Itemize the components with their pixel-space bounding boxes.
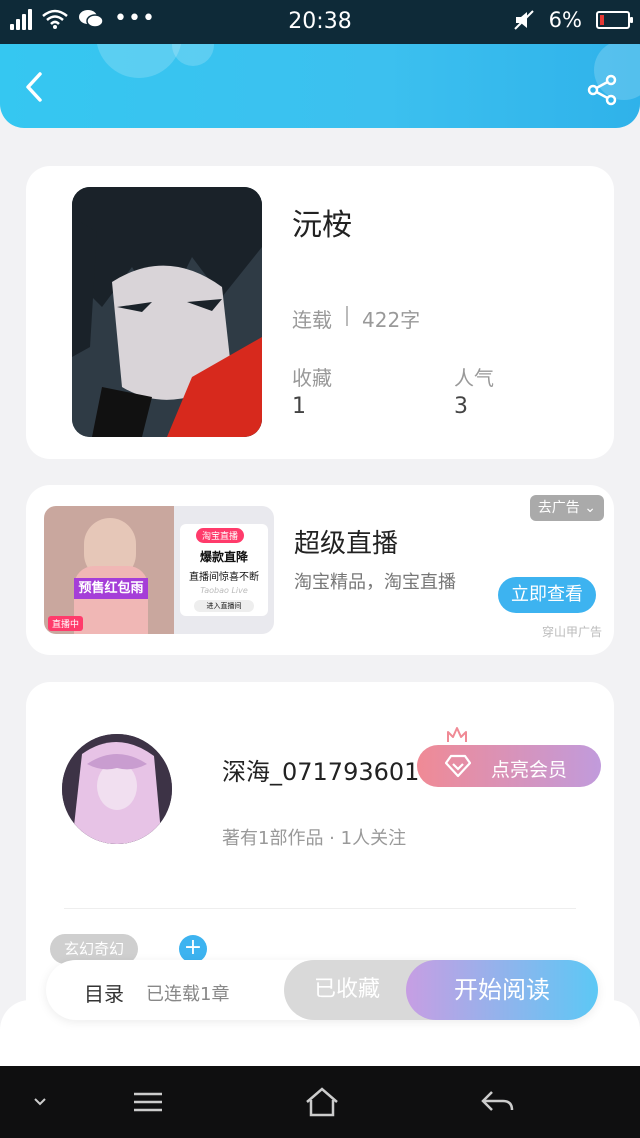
battery-percent: 6% bbox=[548, 8, 582, 32]
ad-title: 超级直播 bbox=[294, 529, 399, 559]
ad-live-badge: 淘宝直播 bbox=[196, 528, 245, 543]
book-cover[interactable] bbox=[72, 187, 262, 437]
remove-ad-label: 去广告 bbox=[537, 500, 580, 516]
status-right: 6% bbox=[513, 8, 633, 32]
ad-card[interactable]: 预售红包雨 直播中 淘宝直播 爆款直降 直播间惊喜不断 Taobao Live … bbox=[26, 485, 614, 655]
stat-label-favorites: 收藏 bbox=[292, 366, 332, 390]
back-nav-icon[interactable] bbox=[478, 1086, 518, 1118]
divider bbox=[64, 908, 576, 909]
remove-ad-button[interactable]: 去广告 ⌄ bbox=[529, 495, 604, 521]
book-serial-info: 连载 422字 bbox=[292, 304, 420, 333]
start-reading-button[interactable]: 开始阅读 bbox=[406, 960, 598, 1020]
add-tag-button[interactable]: + bbox=[179, 935, 207, 963]
menu-icon[interactable] bbox=[128, 1086, 168, 1118]
avatar[interactable] bbox=[62, 734, 172, 844]
catalog-button[interactable]: 目录 bbox=[84, 978, 124, 1007]
battery-icon bbox=[596, 11, 633, 29]
book-word-count: 422字 bbox=[362, 308, 421, 332]
ad-headline: 爆款直降 bbox=[199, 550, 248, 564]
catalog-info: 已连载1章 bbox=[146, 984, 230, 1005]
ad-slogan: Taobao Live bbox=[200, 586, 248, 595]
book-info-card: 沅桉 连载 422字 收藏 1 人气 3 bbox=[26, 166, 614, 459]
header bbox=[0, 44, 640, 128]
vip-button-label: 点亮会员 bbox=[491, 759, 568, 781]
share-icon[interactable] bbox=[586, 74, 618, 106]
system-nav-bar bbox=[0, 1066, 640, 1138]
book-title: 沅桉 bbox=[292, 208, 352, 243]
ad-enter-button[interactable]: 进入直播间 bbox=[194, 600, 254, 612]
divider bbox=[346, 306, 348, 326]
activate-vip-button[interactable]: 点亮会员 bbox=[417, 745, 601, 787]
ad-description: 淘宝精品，淘宝直播 bbox=[294, 572, 456, 593]
collapse-icon[interactable] bbox=[26, 1086, 66, 1118]
mute-icon bbox=[513, 10, 534, 30]
ad-image[interactable]: 预售红包雨 直播中 淘宝直播 爆款直降 直播间惊喜不断 Taobao Live … bbox=[44, 506, 274, 634]
stat-value-popularity: 3 bbox=[454, 394, 468, 419]
status-bar: ••• 20:38 6% bbox=[0, 0, 640, 44]
ad-promo-text: 预售红包雨 bbox=[74, 578, 148, 599]
author-name: 深海_071793601 bbox=[222, 758, 420, 786]
stat-value-favorites: 1 bbox=[292, 394, 306, 419]
view-now-button[interactable]: 立即查看 bbox=[498, 577, 596, 613]
book-status: 连载 bbox=[292, 308, 332, 332]
action-bar: 目录 已连载1章 已收藏 开始阅读 bbox=[46, 960, 598, 1020]
crown-icon bbox=[447, 727, 467, 742]
author-summary: 著有1部作品 · 1人关注 bbox=[222, 828, 407, 849]
home-icon[interactable] bbox=[302, 1086, 342, 1118]
back-icon[interactable] bbox=[18, 70, 52, 104]
ad-live-tag: 直播中 bbox=[48, 616, 84, 631]
stat-label-popularity: 人气 bbox=[454, 366, 494, 390]
diamond-icon bbox=[445, 754, 471, 778]
ad-subline: 直播间惊喜不断 bbox=[189, 572, 259, 583]
ad-source-note: 穿山甲广告 bbox=[541, 625, 602, 639]
